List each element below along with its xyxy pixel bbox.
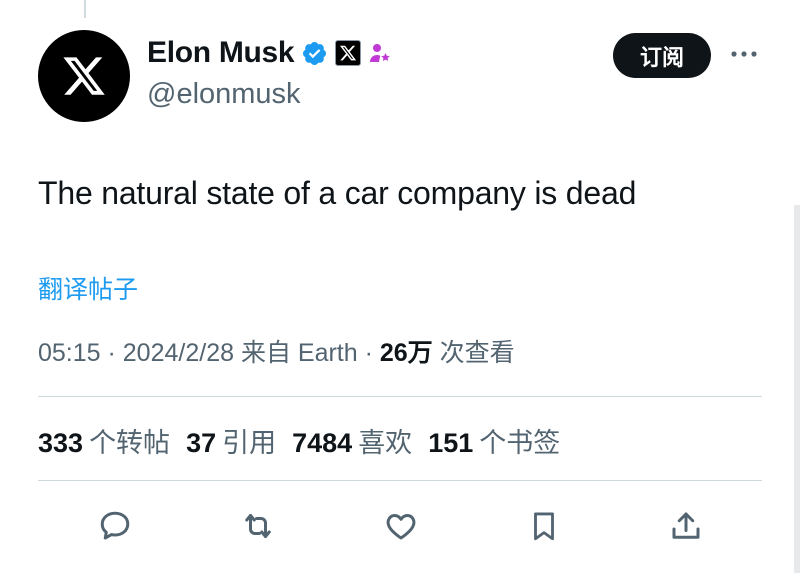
stat-bookmarks[interactable]: 151 个书签	[428, 421, 560, 460]
translate-post-link[interactable]: 翻译帖子	[38, 270, 138, 306]
action-bar	[0, 500, 800, 550]
tweet-detail: Elon Musk @elonmusk 订阅 The natural state…	[0, 0, 800, 573]
user-handle[interactable]: @elonmusk	[147, 78, 301, 111]
verified-badge-icon[interactable]	[301, 40, 328, 67]
view-count: 26万	[379, 339, 433, 367]
tweet-time[interactable]: 05:15	[38, 339, 101, 367]
user-name-row: Elon Musk	[147, 36, 392, 70]
subscribe-button[interactable]: 订阅	[613, 33, 711, 78]
x-affiliate-badge-icon[interactable]	[335, 40, 362, 66]
tweet-text: The natural state of a car company is de…	[38, 175, 637, 211]
tweet-date[interactable]: 2024/2/28	[123, 339, 234, 367]
scrollbar[interactable]	[794, 205, 800, 573]
person-star-icon[interactable]	[368, 41, 392, 65]
display-name[interactable]: Elon Musk	[147, 36, 295, 70]
tweet-meta: 05:15 · 2024/2/28 来自 Earth · 26万 次查看	[38, 333, 515, 369]
x-logo-icon	[63, 57, 105, 95]
reply-icon[interactable]	[95, 506, 135, 546]
meta-separator: ·	[100, 339, 123, 367]
more-horizontal-icon[interactable]	[728, 42, 760, 66]
stat-reposts[interactable]: 333 个转帖	[38, 421, 170, 460]
stat-likes[interactable]: 7484 喜欢	[292, 421, 412, 460]
meta-separator: ·	[357, 339, 380, 367]
tweet-source: 来自 Earth	[234, 339, 358, 367]
like-icon[interactable]	[381, 506, 421, 546]
repost-icon[interactable]	[238, 506, 278, 546]
stat-quotes[interactable]: 37 引用	[186, 421, 276, 460]
avatar[interactable]	[38, 30, 130, 122]
view-count-label: 次查看	[432, 339, 515, 367]
engagement-stats: 333 个转帖 37 引用 7484 喜欢 151 个书签	[38, 421, 560, 460]
bookmark-icon[interactable]	[524, 506, 564, 546]
divider	[38, 480, 762, 481]
share-icon[interactable]	[666, 506, 706, 546]
thread-connector-line	[84, 0, 86, 18]
divider	[38, 396, 762, 397]
